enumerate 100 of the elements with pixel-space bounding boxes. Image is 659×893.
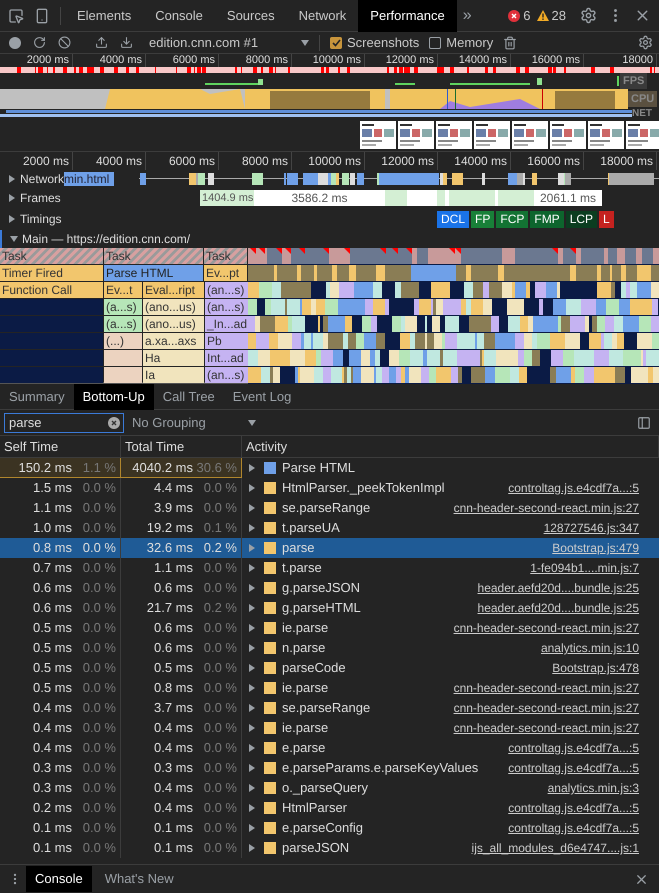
expand-arrow-icon[interactable] — [8, 194, 16, 202]
source-link[interactable]: cnn-header-second-react.min.js:27 — [454, 699, 639, 717]
expand-arrow-icon[interactable] — [248, 644, 256, 652]
source-link[interactable]: Bootstrap.js:479 — [552, 539, 639, 557]
checkbox[interactable] — [429, 36, 442, 48]
source-link[interactable]: cnn-header-second-react.min.js:27 — [454, 619, 639, 637]
expand-arrow-icon[interactable] — [248, 544, 256, 552]
expand-arrow-icon[interactable] — [248, 604, 256, 612]
table-row[interactable]: 0.1 ms 0.0 % 0.1 ms 0.0 % parseJSON ijs_all_modules_d6e4747....js:1 — [0, 838, 659, 858]
upload-icon[interactable] — [95, 36, 108, 49]
detail-tab[interactable]: Event Log — [224, 384, 300, 410]
table-row[interactable]: 1.5 ms 0.0 % 4.4 ms 0.0 % HtmlParser._peekTokenImpl controltag.js.e4cdf7a...:5 — [0, 478, 659, 498]
expand-arrow-icon[interactable] — [248, 744, 256, 752]
sidebar-toggle-icon[interactable] — [637, 416, 651, 430]
track-label[interactable]: Network — [20, 170, 64, 188]
download-icon[interactable] — [120, 36, 133, 49]
table-row[interactable]: 0.7 ms 0.0 % 1.1 ms 0.0 % t.parse 1-fe094b1....min.js:7 — [0, 558, 659, 578]
more-tabs-button[interactable]: » — [456, 4, 478, 28]
inspect-icon[interactable] — [8, 8, 24, 24]
expand-arrow-icon[interactable] — [248, 504, 256, 512]
source-link[interactable]: analytics.min.js:10 — [540, 639, 639, 657]
trash-icon[interactable] — [503, 36, 518, 50]
source-link[interactable]: cnn-header-second-react.min.js:27 — [454, 719, 639, 737]
source-link[interactable]: 128727546.js:347 — [544, 519, 639, 537]
table-row[interactable]: 150.2 ms 1.1 % 4040.2 ms 30.6 % Parse HTML — [0, 458, 659, 478]
table-row[interactable]: 0.3 ms 0.0 % 0.4 ms 0.0 % o._parseQuery analytics.min.js:3 — [0, 778, 659, 798]
track-label[interactable]: Timings — [20, 210, 62, 228]
drawer-tab[interactable]: Console — [26, 866, 92, 892]
source-link[interactable]: 1-fe094b1....min.js:7 — [530, 559, 639, 577]
table-row[interactable]: 0.5 ms 0.0 % 0.6 ms 0.0 % n.parse analytics.min.js:10 — [0, 638, 659, 658]
source-link[interactable]: controltag.js.e4cdf7a...:5 — [508, 819, 639, 837]
table-row[interactable]: 0.8 ms 0.0 % 32.6 ms 0.2 % parse Bootstrap.js:479 — [0, 538, 659, 558]
source-link[interactable]: header.aefd20d....bundle.js:25 — [478, 599, 639, 617]
record-icon[interactable] — [9, 36, 21, 48]
column-header[interactable]: Activity — [242, 436, 659, 457]
column-header[interactable]: Self Time — [0, 436, 121, 457]
expand-arrow-icon[interactable] — [248, 464, 256, 472]
collapse-arrow-icon[interactable] — [10, 235, 18, 243]
track-label[interactable]: Main — https://edition.cnn.com/ — [22, 230, 190, 248]
table-row[interactable]: 0.2 ms 0.0 % 0.4 ms 0.0 % HtmlParser controltag.js.e4cdf7a...:5 — [0, 798, 659, 818]
source-link[interactable]: controltag.js.e4cdf7a...:5 — [508, 799, 639, 817]
checkbox[interactable] — [330, 36, 342, 48]
expand-arrow-icon[interactable] — [248, 584, 256, 592]
settings-icon[interactable] — [580, 7, 597, 24]
expand-arrow-icon[interactable] — [248, 824, 256, 832]
table-row[interactable]: 0.6 ms 0.0 % 21.7 ms 0.2 % g.parseHTML header.aefd20d....bundle.js:25 — [0, 598, 659, 618]
source-link[interactable]: controltag.js.e4cdf7a...:5 — [508, 739, 639, 757]
table-row[interactable]: 1.1 ms 0.0 % 3.9 ms 0.0 % se.parseRange cnn-header-second-react.min.js:27 — [0, 498, 659, 518]
table-row[interactable]: 0.4 ms 0.0 % 3.7 ms 0.0 % se.parseRange cnn-header-second-react.min.js:27 — [0, 698, 659, 718]
source-link[interactable]: cnn-header-second-react.min.js:27 — [454, 499, 639, 517]
filter-field[interactable]: parse — [4, 412, 124, 432]
table-row[interactable]: 0.5 ms 0.0 % 0.8 ms 0.0 % ie.parse cnn-header-second-react.min.js:27 — [0, 678, 659, 698]
track-label[interactable]: Frames — [20, 189, 61, 207]
source-link[interactable]: cnn-header-second-react.min.js:27 — [454, 679, 639, 697]
expand-arrow-icon[interactable] — [248, 704, 256, 712]
reload-icon[interactable] — [33, 36, 46, 49]
panel-tab[interactable]: Console — [143, 0, 215, 32]
table-row[interactable]: 0.6 ms 0.0 % 0.6 ms 0.0 % g.parseJSON header.aefd20d....bundle.js:25 — [0, 578, 659, 598]
expand-arrow-icon[interactable] — [248, 684, 256, 692]
table-row[interactable]: 0.5 ms 0.0 % 0.5 ms 0.0 % parseCode Bootstrap.js:478 — [0, 658, 659, 678]
detail-tab[interactable]: Bottom-Up — [74, 384, 154, 410]
column-header[interactable]: Total Time — [121, 436, 242, 457]
source-link[interactable]: header.aefd20d....bundle.js:25 — [478, 579, 639, 597]
expand-arrow-icon[interactable] — [248, 764, 256, 772]
detail-tab[interactable]: Call Tree — [154, 384, 224, 410]
panel-tab[interactable]: Sources — [214, 0, 287, 32]
expand-arrow-icon[interactable] — [8, 175, 16, 183]
expand-arrow-icon[interactable] — [248, 624, 256, 632]
error-count[interactable]: 6 — [523, 6, 531, 26]
expand-arrow-icon[interactable] — [248, 484, 256, 492]
expand-arrow-icon[interactable] — [248, 564, 256, 572]
panel-tab[interactable]: Performance — [358, 0, 457, 32]
recording-dropdown[interactable]: edition.cnn.com #1 — [149, 32, 309, 52]
table-row[interactable]: 0.3 ms 0.0 % 0.3 ms 0.0 % e.parseParams.e.parseKeyValues controltag.js.e4cdf7a...:5 — [0, 758, 659, 778]
expand-arrow-icon[interactable] — [8, 215, 16, 223]
expand-arrow-icon[interactable] — [248, 844, 256, 852]
table-row[interactable]: 0.4 ms 0.0 % 0.4 ms 0.0 % e.parse controltag.js.e4cdf7a...:5 — [0, 738, 659, 758]
warning-count[interactable]: 28 — [552, 6, 566, 26]
expand-arrow-icon[interactable] — [248, 784, 256, 792]
expand-arrow-icon[interactable] — [248, 724, 256, 732]
source-link[interactable]: analytics.min.js:3 — [548, 779, 639, 797]
grouping-dropdown[interactable]: No Grouping — [132, 412, 256, 432]
table-row[interactable]: 0.5 ms 0.0 % 0.6 ms 0.0 % ie.parse cnn-header-second-react.min.js:27 — [0, 618, 659, 638]
expand-arrow-icon[interactable] — [248, 804, 256, 812]
source-link[interactable]: ijs_all_modules_d6e4747....js:1 — [472, 839, 639, 857]
expand-arrow-icon[interactable] — [248, 524, 256, 532]
source-link[interactable]: controltag.js.e4cdf7a...:5 — [508, 479, 639, 497]
clear-icon[interactable] — [108, 416, 120, 428]
detail-tab[interactable]: Summary — [0, 384, 74, 410]
clear-icon[interactable] — [58, 36, 71, 49]
panel-tab[interactable]: Network — [286, 0, 358, 32]
source-link[interactable]: Bootstrap.js:478 — [552, 659, 639, 677]
panel-tab[interactable]: Elements — [65, 0, 144, 32]
table-row[interactable]: 0.4 ms 0.0 % 0.4 ms 0.0 % ie.parse cnn-header-second-react.min.js:27 — [0, 718, 659, 738]
drawer-tab[interactable]: What's New — [96, 866, 183, 892]
expand-arrow-icon[interactable] — [248, 664, 256, 672]
device-toolbar-icon[interactable] — [34, 8, 50, 24]
table-row[interactable]: 0.1 ms 0.0 % 0.1 ms 0.0 % e.parseConfig controltag.js.e4cdf7a...:5 — [0, 818, 659, 838]
settings-icon[interactable] — [638, 35, 653, 50]
source-link[interactable]: controltag.js.e4cdf7a...:5 — [508, 759, 639, 777]
